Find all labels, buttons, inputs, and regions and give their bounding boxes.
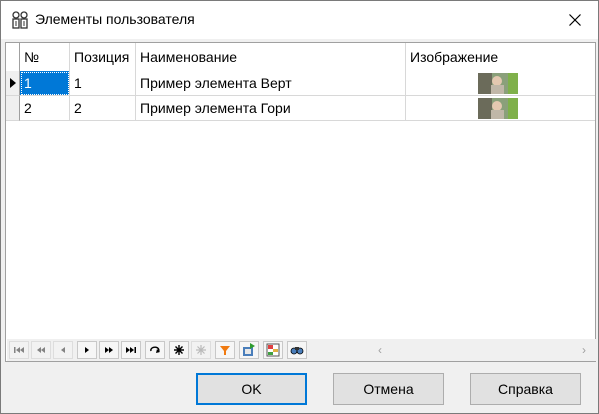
nav-refresh-button[interactable] [145,341,165,359]
row-indicator [6,96,20,121]
first-record-icon [14,347,24,353]
help-button[interactable]: Справка [470,373,581,405]
next-record-icon [85,347,89,353]
table-row[interactable]: 2 2 Пример элемента Гори [6,96,595,121]
last-record-icon [126,347,136,353]
scroll-left-arrow[interactable]: ‹ [378,343,390,357]
nav-last-button[interactable] [121,341,141,359]
nav-first-button[interactable] [9,341,29,359]
window-title: Элементы пользователя [35,11,195,27]
nav-export-button[interactable] [239,341,259,359]
cancel-button[interactable]: Отмена [333,373,444,405]
insert-record-icon [174,345,184,355]
grid-settings-icon [266,343,280,357]
nav-grid-settings-button[interactable] [263,341,283,359]
delete-record-icon [196,345,206,355]
nav-prior-page-button[interactable] [31,341,51,359]
refresh-icon [150,346,160,353]
nav-prior-button[interactable] [53,341,73,359]
cell-image[interactable] [406,71,595,96]
header-indicator [6,43,20,71]
table-row[interactable]: 1 1 Пример элемента Верт [6,71,595,96]
nav-insert-button[interactable] [169,341,189,359]
nav-find-button[interactable] [287,341,307,359]
header-image[interactable]: Изображение [406,43,595,71]
next-page-icon [105,347,113,353]
header-name[interactable]: Наименование [136,43,406,71]
prior-record-icon [61,347,65,353]
prior-page-icon [37,347,45,353]
cell-image[interactable] [406,96,595,121]
grid-navigator: ‹ › [7,339,596,361]
nav-delete-button[interactable] [191,341,211,359]
cell-position[interactable]: 2 [70,96,136,121]
grid-header: № Позиция Наименование Изображение [6,43,595,71]
cell-number[interactable]: 1 [20,71,70,96]
close-button[interactable] [552,1,598,39]
nav-filter-button[interactable] [215,341,235,359]
row-indicator [6,71,20,96]
dialog-window: Элементы пользователя № Позиция Наименов… [0,0,599,414]
app-icon [12,11,28,29]
header-number[interactable]: № [20,43,70,71]
title-bar: Элементы пользователя [1,1,598,39]
thumbnail-image [478,73,518,94]
cell-name[interactable]: Пример элемента Верт [136,71,406,96]
close-icon [569,14,581,26]
cell-position[interactable]: 1 [70,71,136,96]
export-icon [243,343,255,356]
cell-number[interactable]: 2 [20,96,70,121]
filter-icon [220,346,230,355]
cell-name[interactable]: Пример элемента Гори [136,96,406,121]
nav-next-page-button[interactable] [99,341,119,359]
scroll-right-arrow[interactable]: › [582,343,594,357]
nav-next-button[interactable] [77,341,97,359]
ok-button[interactable]: OK [196,373,307,405]
binoculars-icon [290,347,304,355]
items-grid[interactable]: № Позиция Наименование Изображение 1 1 П… [5,42,596,362]
header-position[interactable]: Позиция [70,43,136,71]
thumbnail-image [478,98,518,119]
current-row-arrow-icon [10,78,16,88]
